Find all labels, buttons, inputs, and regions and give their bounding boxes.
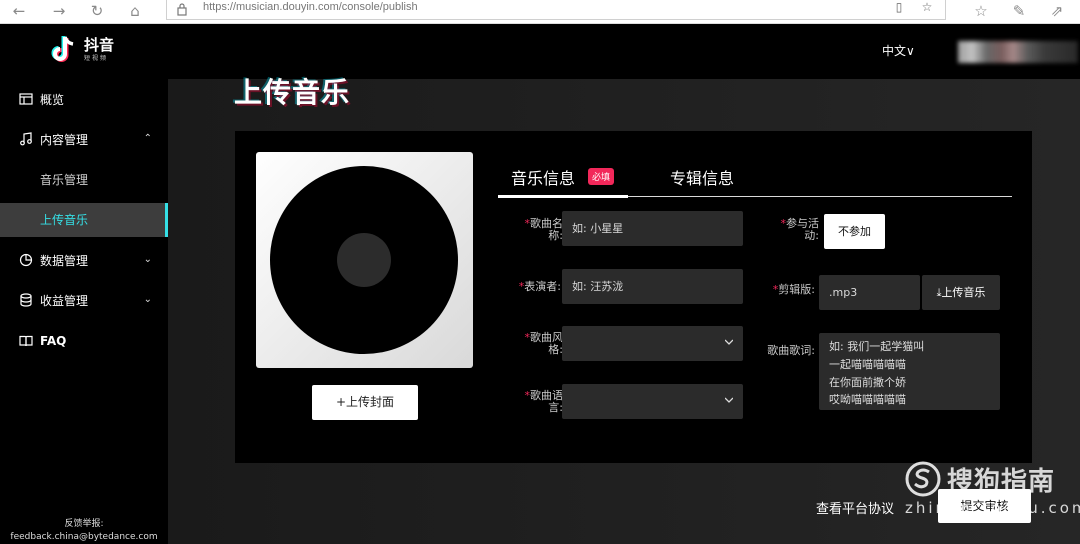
back-icon[interactable]: ←	[8, 2, 30, 20]
forward-icon[interactable]: →	[48, 2, 70, 20]
lyrics-line: 在你面前撒个娇	[829, 376, 906, 389]
sidebar-item-label: 数据管理	[40, 253, 89, 268]
song-style-select[interactable]	[562, 326, 743, 361]
song-style-label: *歌曲风 格:	[524, 331, 564, 356]
browser-toolbar: ← → ↻ ⌂ https://musician.douyin.com/cons…	[0, 0, 1080, 24]
activity-label: *参与活 动:	[780, 217, 820, 242]
top-header: 抖音 短视频 中文∨	[0, 24, 1080, 79]
chevron-down-icon	[725, 339, 733, 345]
song-name-input[interactable]: 如: 小星星	[562, 211, 743, 246]
pen-icon[interactable]: ✎	[1008, 2, 1030, 20]
refresh-icon[interactable]: ↻	[86, 2, 108, 20]
performer-label: *表演者:	[518, 280, 561, 293]
chevron-up-icon: ⌃	[143, 133, 152, 144]
sidebar-item-faq[interactable]: FAQ	[0, 323, 168, 359]
vinyl-disc-icon	[270, 166, 458, 354]
lyrics-line: 一起喵喵喵喵喵	[829, 358, 906, 371]
sidebar-item-label: 收益管理	[40, 293, 89, 308]
song-name-label: *歌曲名 称:	[524, 217, 564, 242]
sogou-watermark: 搜狗指南 zhinan.sogou.com	[905, 461, 1080, 521]
upload-music-button[interactable]: ⤓上传音乐	[922, 275, 1000, 310]
douyin-logo[interactable]: 抖音 短视频	[50, 34, 114, 66]
cover-placeholder[interactable]	[256, 152, 473, 368]
address-bar[interactable]: https://musician.douyin.com/console/publ…	[166, 0, 946, 20]
tab-album-info[interactable]: 专辑信息	[670, 165, 734, 189]
chevron-down-icon: ⌄	[143, 294, 152, 305]
song-language-label: *歌曲语 言:	[524, 389, 564, 414]
sidebar-item-content-management[interactable]: 内容管理 ⌃	[0, 121, 168, 157]
platform-agreement-link[interactable]: 查看平台协议	[816, 498, 894, 517]
watermark-text: 搜狗指南	[947, 467, 1056, 497]
music-note-icon	[20, 132, 32, 146]
chevron-down-icon	[725, 397, 733, 403]
lyrics-textarea[interactable]: 如: 我们一起学猫叫 一起喵喵喵喵喵 在你面前撒个娇 哎呦喵喵喵喵喵	[819, 333, 1000, 410]
upload-cover-button[interactable]: +上传封面	[312, 385, 418, 420]
favorites-icon[interactable]: ☆	[970, 2, 992, 20]
language-selector[interactable]: 中文∨	[882, 42, 915, 59]
sidebar-item-overview[interactable]: 概览	[0, 81, 168, 117]
sidebar-item-music-management[interactable]: 音乐管理	[0, 163, 168, 197]
activity-select[interactable]: 不参加	[824, 214, 885, 249]
sidebar-item-upload-music[interactable]: 上传音乐	[0, 203, 168, 237]
book-icon	[19, 335, 33, 347]
sidebar-item-label: FAQ	[40, 334, 67, 348]
lyrics-line: 哎呦喵喵喵喵喵	[829, 393, 906, 406]
favorite-star-icon[interactable]: ☆	[919, 0, 935, 16]
page-title: 上传音乐	[234, 76, 351, 109]
tiktok-note-icon	[51, 36, 74, 62]
pie-chart-icon	[19, 253, 33, 267]
sidebar-item-label: 内容管理	[40, 132, 89, 147]
overview-icon	[19, 93, 33, 105]
home-icon[interactable]: ⌂	[124, 2, 146, 20]
sidebar-item-data-management[interactable]: 数据管理 ⌄	[0, 242, 168, 278]
database-icon	[20, 293, 32, 307]
lyrics-line: 如: 我们一起学猫叫	[829, 340, 925, 353]
performer-input[interactable]: 如: 汪苏泷	[562, 269, 743, 304]
clip-file-field[interactable]: .mp3	[819, 275, 920, 310]
logo-title: 抖音	[84, 36, 115, 54]
active-tab-indicator	[498, 195, 628, 198]
sidebar: 概览 内容管理 ⌃ 音乐管理 上传音乐 数据管理 ⌄ 收益管理 ⌄ FAQ 反馈…	[0, 79, 168, 544]
sidebar-item-revenue-management[interactable]: 收益管理 ⌄	[0, 282, 168, 318]
lock-icon	[177, 3, 187, 16]
watermark-url: zhinan.sogou.com	[905, 499, 1080, 517]
upload-form-card: +上传封面 音乐信息 必填 专辑信息 *歌曲名 称: 如: 小星星 *表演者: 如…	[235, 131, 1032, 463]
tab-music-info[interactable]: 音乐信息	[511, 165, 575, 189]
clip-version-label: *剪辑版:	[772, 283, 815, 296]
tab-bar: 音乐信息 必填 专辑信息	[498, 159, 1012, 198]
share-icon[interactable]: ⇗	[1046, 2, 1068, 20]
upload-music-label: 上传音乐	[941, 286, 986, 299]
lyrics-label: 歌曲歌词:	[767, 344, 815, 357]
song-language-select[interactable]	[562, 384, 743, 419]
sidebar-item-label: 概览	[40, 92, 65, 107]
feedback-email[interactable]: feedback.china@bytedance.com	[0, 532, 168, 542]
url-text: https://musician.douyin.com/console/publ…	[203, 1, 418, 13]
feedback-label: 反馈举报:	[64, 519, 104, 529]
reading-view-icon[interactable]: ▯	[891, 0, 907, 16]
required-badge: 必填	[588, 168, 615, 185]
user-account-blurred[interactable]	[958, 41, 1078, 63]
sogou-logo-icon	[905, 461, 941, 497]
logo-subtitle: 短视频	[84, 55, 109, 62]
chevron-down-icon: ⌄	[143, 254, 152, 265]
